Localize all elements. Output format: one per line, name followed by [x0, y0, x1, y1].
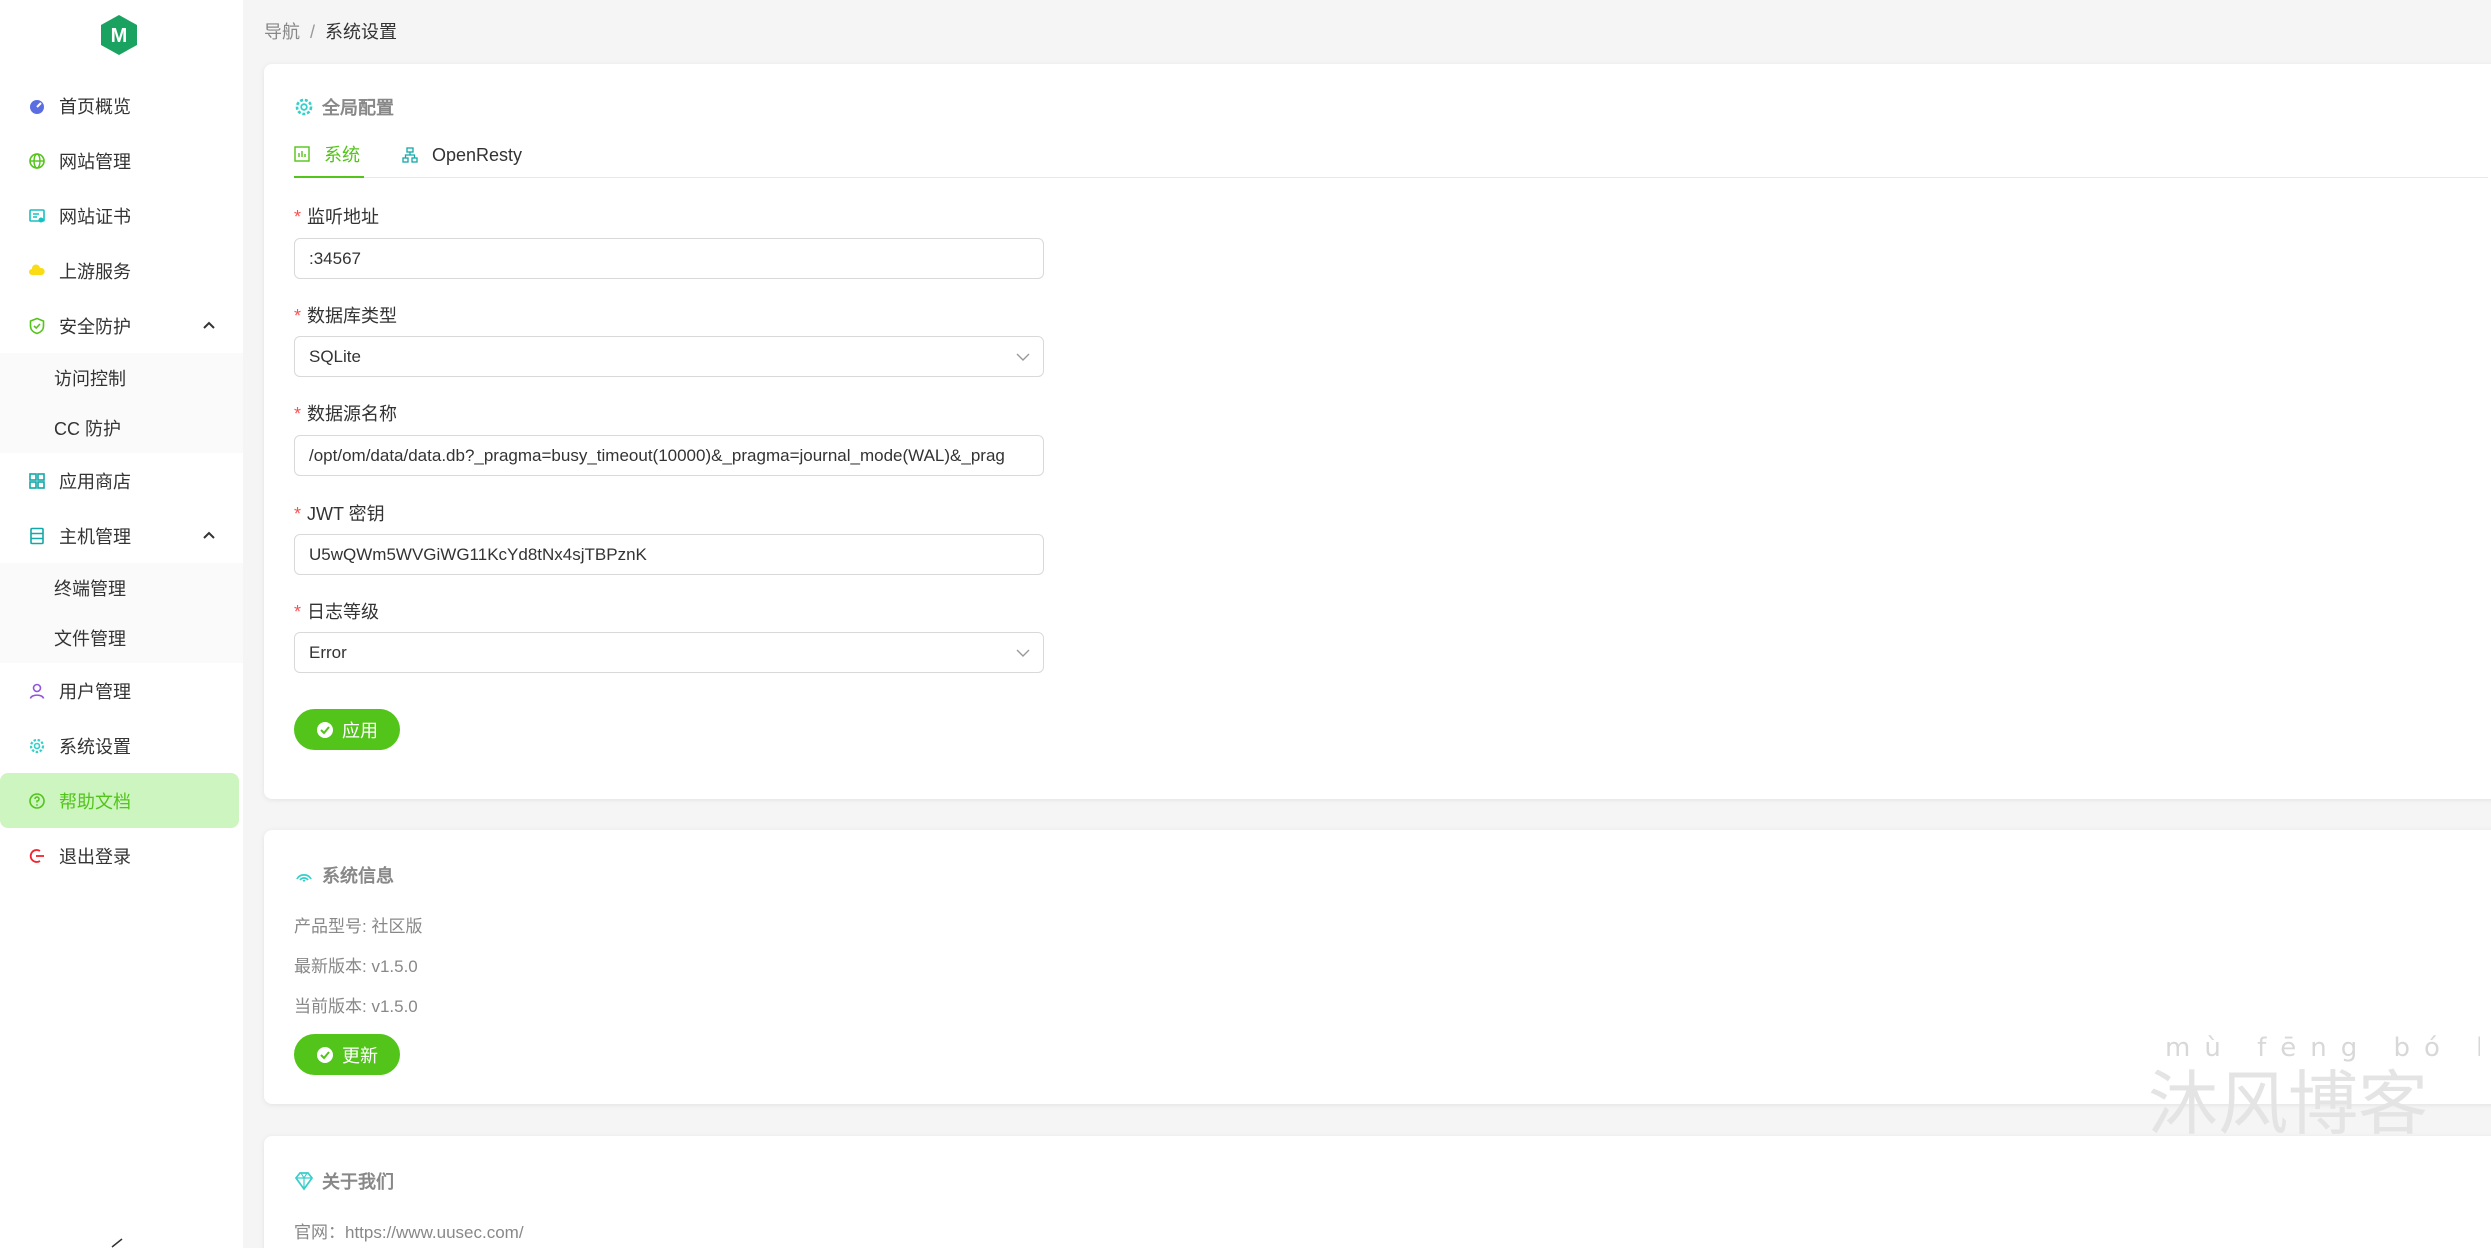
fingerprint-icon [296, 873, 312, 882]
log-level-label: * 日志等级 [294, 602, 380, 622]
dsn-input[interactable]: /opt/om/data/data.db?_pragma=busy_timeou… [294, 435, 1044, 476]
db-type-select[interactable]: SQLite [294, 336, 1044, 377]
cluster-icon [402, 147, 418, 163]
chevron-down-icon [1016, 649, 1030, 657]
apply-label: 应用 [342, 720, 378, 741]
sidebar-item-app-store[interactable]: 应用商店 [0, 453, 243, 508]
sidebar: M 首页概览 网站管理 网站证书 上游服务 安全防护 访问控制 CC 防护 应用… [0, 0, 243, 1248]
latest-version: 最新版本: v1.5.0 [294, 957, 418, 976]
sidebar-item-hosts[interactable]: 主机管理 [0, 508, 243, 563]
help-icon [28, 792, 46, 810]
collapse-icon[interactable] [110, 1236, 124, 1248]
sidebar-item-label: 首页概览 [59, 96, 131, 117]
sidebar-item-label: 退出登录 [59, 846, 131, 867]
card-title-text: 全局配置 [322, 98, 394, 118]
apps-icon [28, 472, 46, 490]
check-circle-icon [317, 1046, 333, 1063]
sidebar-item-label: 上游服务 [59, 261, 131, 282]
global-config-title: 全局配置 [294, 94, 394, 120]
certificate-icon [28, 207, 46, 225]
card-title-text: 关于我们 [322, 1172, 394, 1192]
breadcrumb-root[interactable]: 导航 [264, 22, 300, 42]
sidebar-item-label: 应用商店 [59, 471, 131, 492]
sidebar-item-label: 网站证书 [59, 206, 131, 227]
security-submenu: 访问控制 CC 防护 [0, 353, 243, 453]
sidebar-item-label: 系统设置 [59, 736, 131, 757]
listen-address-input[interactable]: :34567 [294, 238, 1044, 279]
jwt-secret-input[interactable]: U5wQWm5WVGiWG11KcYd8tNx4sjTBPznK [294, 534, 1044, 575]
sidebar-item-users[interactable]: 用户管理 [0, 663, 243, 718]
global-config-card: 全局配置 系统 OpenResty * 监听地址 :34567 * 数据库类型 SQ… [264, 64, 2491, 799]
tab-openresty[interactable]: OpenResty [402, 132, 522, 178]
product-model: 产品型号: 社区版 [294, 917, 423, 936]
sidebar-item-logout[interactable]: 退出登录 [0, 828, 243, 883]
sidebar-item-help[interactable]: 帮助文档 [0, 773, 239, 828]
chevron-up-icon[interactable] [201, 527, 217, 543]
sidebar-item-websites[interactable]: 网站管理 [0, 133, 243, 188]
diamond-icon [294, 1172, 314, 1191]
about-title: 关于我们 [294, 1168, 394, 1194]
host-submenu: 终端管理 文件管理 [0, 563, 243, 663]
chevron-down-icon [1016, 353, 1030, 361]
submenu-item-files[interactable]: 文件管理 [0, 613, 243, 663]
db-type-value: SQLite [309, 346, 361, 366]
breadcrumb-current: 系统设置 [325, 22, 398, 42]
sidebar-item-certificates[interactable]: 网站证书 [0, 188, 243, 243]
apply-button[interactable]: 应用 [294, 709, 400, 750]
breadcrumb: 导航 / 系统设置 [264, 18, 397, 44]
logout-icon [28, 847, 46, 865]
sidebar-item-label: 主机管理 [59, 526, 131, 547]
config-tabs: 系统 OpenResty [294, 132, 2488, 178]
about-card: 关于我们 官网：https://www.uusec.com/ [264, 1136, 2491, 1248]
submenu-item-access-control[interactable]: 访问控制 [0, 353, 243, 403]
dashboard-icon [294, 146, 310, 162]
sidebar-item-label: 帮助文档 [59, 791, 131, 812]
dashboard-icon [28, 97, 46, 115]
update-label: 更新 [342, 1045, 378, 1066]
sidebar-item-dashboard[interactable]: 首页概览 [0, 78, 243, 133]
sidebar-item-settings[interactable]: 系统设置 [0, 718, 243, 773]
log-level-select[interactable]: Error [294, 632, 1044, 673]
sidebar-item-label: 网站管理 [59, 151, 131, 172]
db-type-label: * 数据库类型 [294, 306, 398, 326]
shield-icon [28, 317, 46, 335]
server-icon [28, 527, 46, 545]
submenu-item-cc-protection[interactable]: CC 防护 [0, 403, 243, 453]
sidebar-menu: 首页概览 网站管理 网站证书 上游服务 安全防护 访问控制 CC 防护 应用商店… [0, 78, 243, 883]
check-circle-icon [317, 721, 333, 738]
sidebar-item-upstream[interactable]: 上游服务 [0, 243, 243, 298]
app-logo[interactable]: M [99, 14, 139, 56]
listen-address-label: * 监听地址 [294, 207, 380, 227]
gear-icon [28, 737, 46, 755]
update-button[interactable]: 更新 [294, 1034, 400, 1075]
tab-label: 系统 [324, 145, 360, 165]
dsn-label: * 数据源名称 [294, 404, 398, 424]
chevron-up-icon[interactable] [201, 317, 217, 333]
gear-icon [295, 98, 313, 116]
tab-label: OpenResty [432, 144, 523, 165]
sidebar-item-security[interactable]: 安全防护 [0, 298, 243, 353]
log-level-value: Error [309, 642, 347, 662]
system-info-card: 系统信息 产品型号: 社区版 最新版本: v1.5.0 当前版本: v1.5.0… [264, 830, 2491, 1104]
user-icon [28, 682, 46, 700]
card-title-text: 系统信息 [322, 866, 394, 886]
cloud-icon [28, 262, 46, 280]
svg-text:M: M [111, 25, 128, 47]
website-link[interactable]: 官网：https://www.uusec.com/ [294, 1218, 524, 1243]
tab-system[interactable]: 系统 [294, 132, 364, 178]
sidebar-item-label: 用户管理 [59, 681, 131, 702]
globe-icon [28, 152, 46, 170]
system-info-title: 系统信息 [294, 862, 394, 888]
submenu-item-terminal[interactable]: 终端管理 [0, 563, 243, 613]
current-version: 当前版本: v1.5.0 [294, 997, 418, 1016]
jwt-secret-label: * JWT 密钥 [294, 504, 385, 524]
breadcrumb-separator: / [310, 22, 316, 42]
sidebar-item-label: 安全防护 [59, 316, 131, 337]
